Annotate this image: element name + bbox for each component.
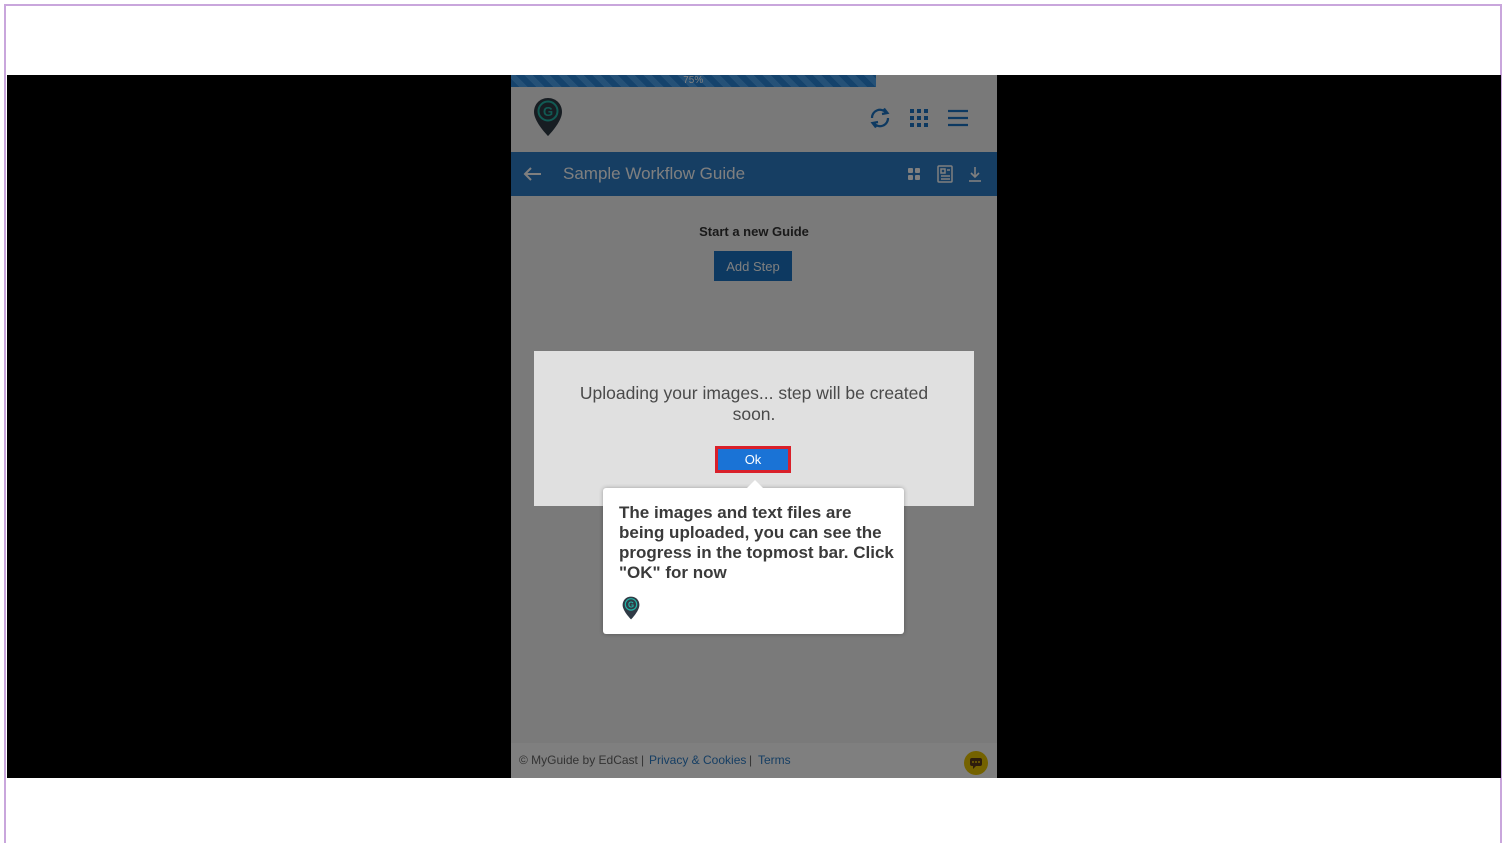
upload-dialog-message: Uploading your images... step will be cr… xyxy=(579,383,929,424)
svg-text:G: G xyxy=(628,600,634,609)
guideme-logo-icon: G xyxy=(622,596,640,620)
tooltip-text: The images and text files are being uplo… xyxy=(619,503,894,582)
tooltip-pointer xyxy=(747,480,763,488)
ok-button[interactable]: Ok xyxy=(715,446,791,473)
guidance-tooltip: The images and text files are being uplo… xyxy=(603,480,904,634)
